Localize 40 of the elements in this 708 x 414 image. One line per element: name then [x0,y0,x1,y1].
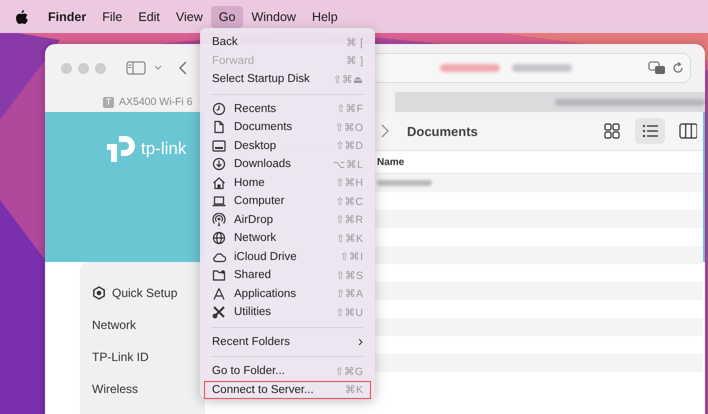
menu-item-label: Home [234,176,265,189]
menu-item-label: iCloud Drive [234,250,297,263]
menu-item-label: Shared [234,269,272,282]
menu-item-label: Forward [212,54,254,67]
keyboard-shortcut: ⇧⌘O [334,120,363,134]
keyboard-shortcut: ⇧⌘C [335,194,363,208]
keyboard-shortcut: ⇧⌘F [336,102,363,116]
logo-text: tp-link [141,139,186,159]
menu-item-label: Applications [234,288,296,300]
keyboard-shortcut: ⇧⌘⏏ [333,72,363,86]
menu-item-label: AirDrop [234,214,273,226]
submenu-arrow: › [358,333,363,350]
menu-item-label: Network [234,232,276,244]
favicon-icon: T [103,96,114,108]
menu-item-label: Back [212,36,238,48]
keyboard-shortcut: ⇧⌘A [336,287,363,300]
keyboard-shortcut: ⌘ ] [346,54,363,68]
menu-item-label: Desktop [234,140,276,152]
menu-item-label: Select Startup Disk [212,73,310,86]
keyboard-shortcut: ⇧⌘H [335,176,363,190]
keyboard-shortcut: ⇧⌘D [335,139,363,152]
menu-item-label: Computer [234,195,284,208]
keyboard-shortcut: ⇧⌘I [340,250,363,264]
menu-item-label: Go to Folder... [212,365,285,378]
menu-item-label: Connect to Server... [212,384,314,396]
tab-title: AX5400 Wi-Fi 6 [119,96,193,108]
keyboard-shortcut: ⇧⌘G [334,364,363,378]
keyboard-shortcut: ⇧⌘S [336,268,363,282]
keyboard-shortcut: ⇧⌘K [336,232,363,245]
menu-item-label: Downloads [234,158,291,170]
keyboard-shortcut: ⇧⌘R [335,213,363,226]
keyboard-shortcut: ⌘K [344,383,363,396]
keyboard-shortcut: ⌘ [ [346,36,363,49]
keyboard-shortcut: ⇧⌘U [335,306,363,319]
folder-title: Documents [407,124,478,138]
menu-item-label: Utilities [234,306,272,318]
menu-item-label: Recent Folders [212,336,290,348]
menu-item-label: Recents [234,102,276,115]
menu-item-label: Documents [234,121,292,134]
keyboard-shortcut: ⌥⌘L [333,158,363,171]
